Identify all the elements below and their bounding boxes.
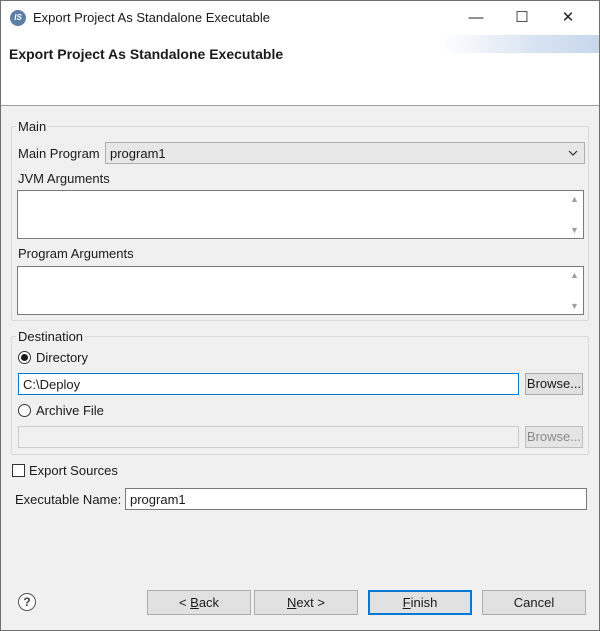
archive-file-label[interactable]: Archive File [36,403,104,418]
main-group-label: Main [16,119,49,134]
export-dialog: IS Export Project As Standalone Executab… [0,0,600,631]
program-arguments-scrollbar[interactable]: ▲ ▼ [566,267,583,314]
finish-mnemonic: F [402,595,411,610]
help-icon[interactable]: ? [18,593,36,611]
app-logo-icon: IS [10,10,26,26]
scroll-down-icon[interactable]: ▼ [570,301,579,311]
directory-radio[interactable] [18,351,31,364]
scroll-up-icon[interactable]: ▲ [570,270,579,280]
title-bar: IS Export Project As Standalone Executab… [1,1,599,35]
main-program-select[interactable]: program1 [105,142,585,164]
finish-button[interactable]: Finish [368,590,472,615]
back-prefix: < [178,595,191,610]
maximize-button[interactable]: ☐ [499,1,545,35]
jvm-arguments-label: JVM Arguments [18,171,110,186]
main-program-label: Main Program [18,146,100,161]
destination-group-label: Destination [16,329,86,344]
back-mnemonic: B [190,595,199,610]
main-program-value: program1 [110,146,166,161]
window-title: Export Project As Standalone Executable [33,10,271,25]
jvm-arguments-input[interactable]: ▲ ▼ [17,190,584,239]
header-banner [439,35,599,53]
executable-name-label: Executable Name: [15,492,122,507]
archive-file-radio[interactable] [18,404,31,417]
export-sources-label[interactable]: Export Sources [29,463,118,478]
next-button[interactable]: Next > [254,590,358,615]
jvm-arguments-scrollbar[interactable]: ▲ ▼ [566,191,583,238]
directory-label[interactable]: Directory [36,350,88,365]
export-sources-checkbox[interactable] [12,464,25,477]
next-label-rest: ext > [296,595,325,610]
close-button[interactable]: ✕ [545,1,591,35]
chevron-down-icon [568,145,578,164]
back-button[interactable]: < Back [147,590,251,615]
finish-label-rest: inish [410,595,438,610]
browse-archive-button[interactable]: Browse... [525,426,583,448]
wizard-header: Export Project As Standalone Executable [1,35,599,106]
minimize-button[interactable]: — [453,1,499,35]
program-arguments-label: Program Arguments [18,246,134,261]
archive-file-input[interactable] [18,426,519,448]
program-arguments-input[interactable]: ▲ ▼ [17,266,584,315]
browse-directory-button[interactable]: Browse... [525,373,583,395]
scroll-down-icon[interactable]: ▼ [570,225,579,235]
back-label-rest: ack [198,595,220,610]
executable-name-input[interactable]: program1 [125,488,587,510]
cancel-button[interactable]: Cancel [482,590,586,615]
scroll-up-icon[interactable]: ▲ [570,194,579,204]
page-title: Export Project As Standalone Executable [9,46,284,62]
next-mnemonic: N [287,595,297,610]
directory-input[interactable]: C:\Deploy [18,373,519,395]
